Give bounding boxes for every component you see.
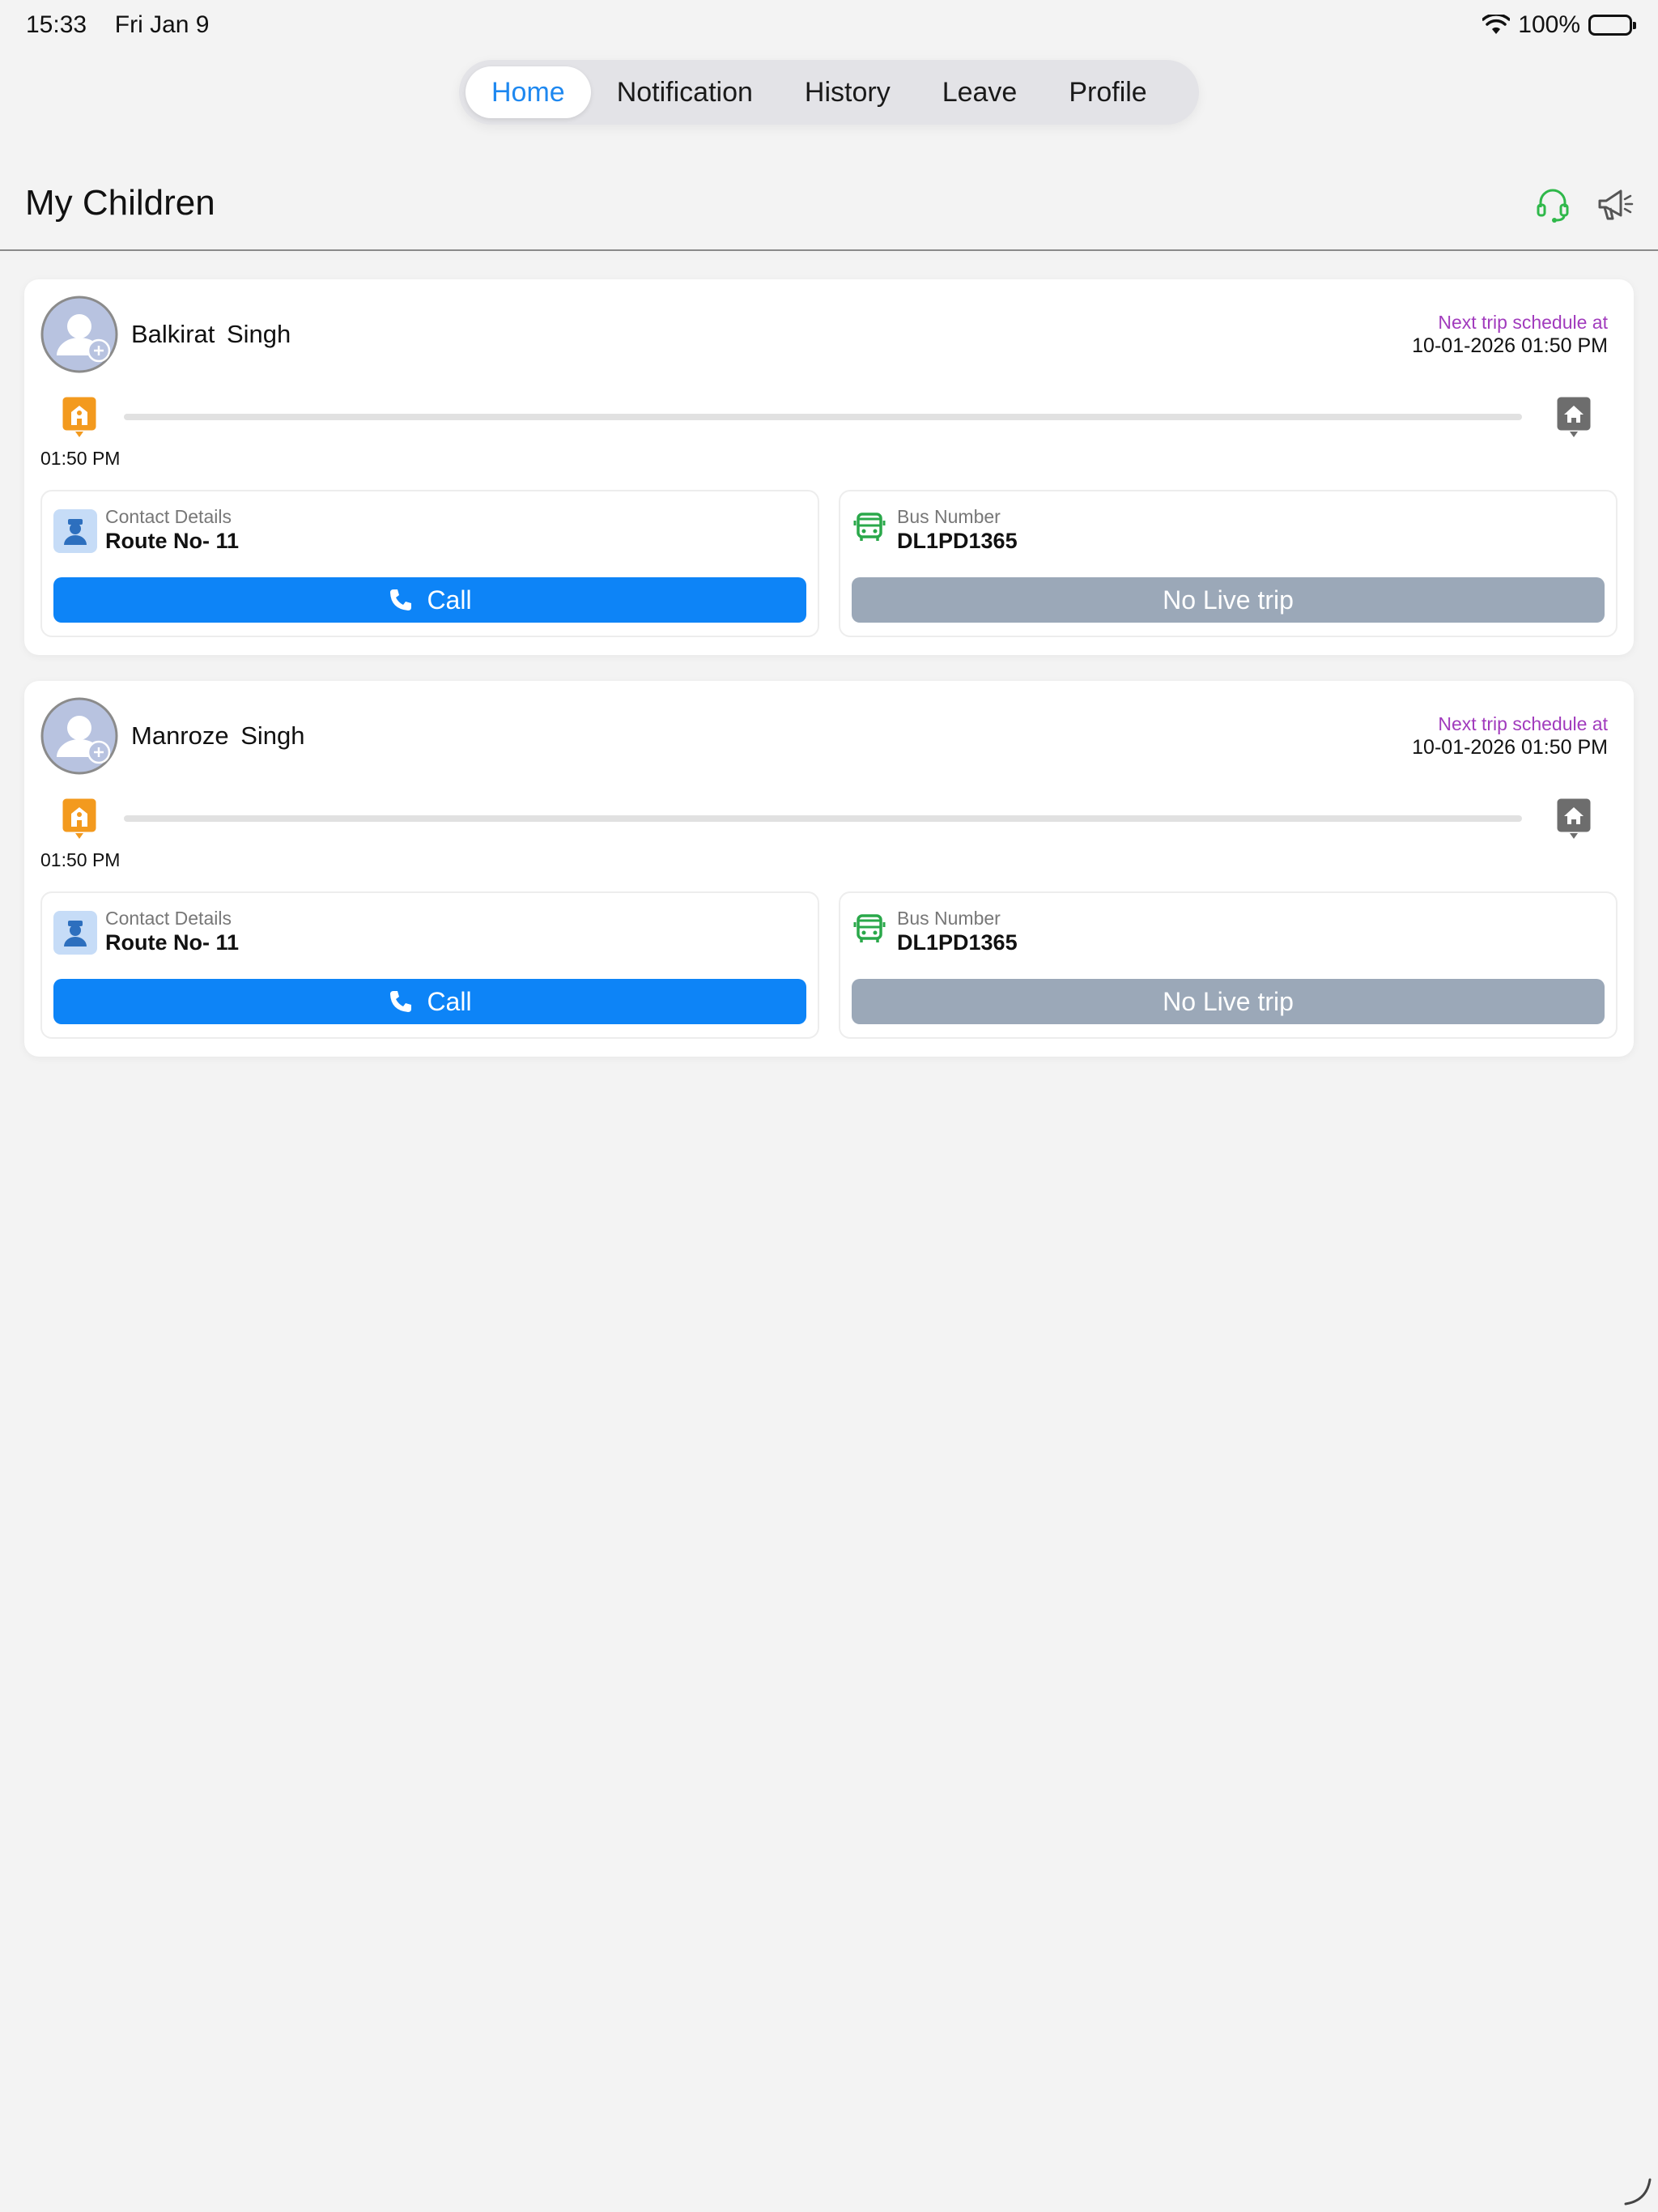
driver-icon: [53, 911, 97, 955]
status-bar: 15:33 Fri Jan 9 100%: [0, 0, 1658, 52]
call-label: Call: [427, 986, 472, 1016]
status-clock: 15:33: [26, 11, 87, 38]
start-time: 01:50 PM: [40, 849, 121, 870]
contact-panel: Contact Details Route No- 11 Call: [40, 490, 819, 637]
bus-icon: [852, 911, 895, 955]
home-marker-icon: [1553, 794, 1595, 843]
bus-icon: [852, 509, 895, 553]
battery-icon: [1588, 15, 1636, 36]
header-icons: [1533, 185, 1634, 223]
child-name: Manroze Singh: [131, 721, 305, 750]
route-value: Route No- 11: [105, 930, 240, 955]
home-marker-icon: [1553, 393, 1595, 441]
bus-label: Bus Number: [897, 908, 1001, 929]
status-date: Fri Jan 9: [114, 11, 210, 38]
child-card: Balkirat Singh Next trip schedule at 10-…: [24, 279, 1634, 655]
status-time: 15:33 Fri Jan 9: [26, 11, 209, 39]
tab-bar: Home Notification History Leave Profile: [459, 60, 1199, 125]
live-trip-button[interactable]: No Live trip: [852, 577, 1605, 623]
tab-profile[interactable]: Profile: [1043, 66, 1172, 118]
wifi-icon: [1482, 15, 1511, 36]
page-title: My Children: [25, 183, 215, 223]
tab-notification[interactable]: Notification: [591, 66, 779, 118]
bus-panel: Bus Number DL1PD1365 No Live trip: [839, 490, 1618, 637]
page-header: My Children: [0, 170, 1658, 251]
trip-progress: 01:50 PM: [24, 794, 1634, 870]
next-trip-label: Next trip schedule at: [1438, 312, 1608, 333]
route-value: Route No- 11: [105, 529, 240, 553]
contact-panel: Contact Details Route No- 11 Call: [40, 891, 819, 1039]
school-marker-icon: [58, 393, 100, 441]
status-right: 100%: [1482, 11, 1636, 39]
next-trip-time: 10-01-2026 01:50 PM: [1412, 334, 1608, 357]
headset-icon[interactable]: [1533, 185, 1572, 223]
avatar[interactable]: [40, 697, 118, 775]
start-time: 01:50 PM: [40, 448, 121, 469]
bus-panel: Bus Number DL1PD1365 No Live trip: [839, 891, 1618, 1039]
phone-icon: [388, 587, 414, 613]
avatar[interactable]: [40, 296, 118, 373]
battery-percent: 100%: [1518, 11, 1580, 38]
bus-label: Bus Number: [897, 506, 1001, 527]
contact-label: Contact Details: [105, 908, 232, 929]
call-button[interactable]: Call: [53, 979, 806, 1024]
bus-number: DL1PD1365: [897, 930, 1018, 955]
bus-number: DL1PD1365: [897, 529, 1018, 553]
child-name: Balkirat Singh: [131, 320, 291, 348]
tab-home[interactable]: Home: [466, 66, 591, 118]
progress-track: [124, 414, 1522, 420]
tab-leave[interactable]: Leave: [916, 66, 1044, 118]
child-card: Manroze Singh Next trip schedule at 10-0…: [24, 681, 1634, 1057]
call-button[interactable]: Call: [53, 577, 806, 623]
contact-label: Contact Details: [105, 506, 232, 527]
next-trip-label: Next trip schedule at: [1438, 713, 1608, 734]
tab-history[interactable]: History: [779, 66, 916, 118]
progress-track: [124, 815, 1522, 822]
call-label: Call: [427, 585, 472, 615]
school-marker-icon: [58, 794, 100, 843]
live-trip-button[interactable]: No Live trip: [852, 979, 1605, 1024]
resize-handle-icon: [1622, 2176, 1652, 2206]
driver-icon: [53, 509, 97, 553]
next-trip-time: 10-01-2026 01:50 PM: [1412, 736, 1608, 759]
phone-icon: [388, 989, 414, 1015]
megaphone-icon[interactable]: [1595, 185, 1634, 223]
trip-progress: 01:50 PM: [24, 393, 1634, 469]
